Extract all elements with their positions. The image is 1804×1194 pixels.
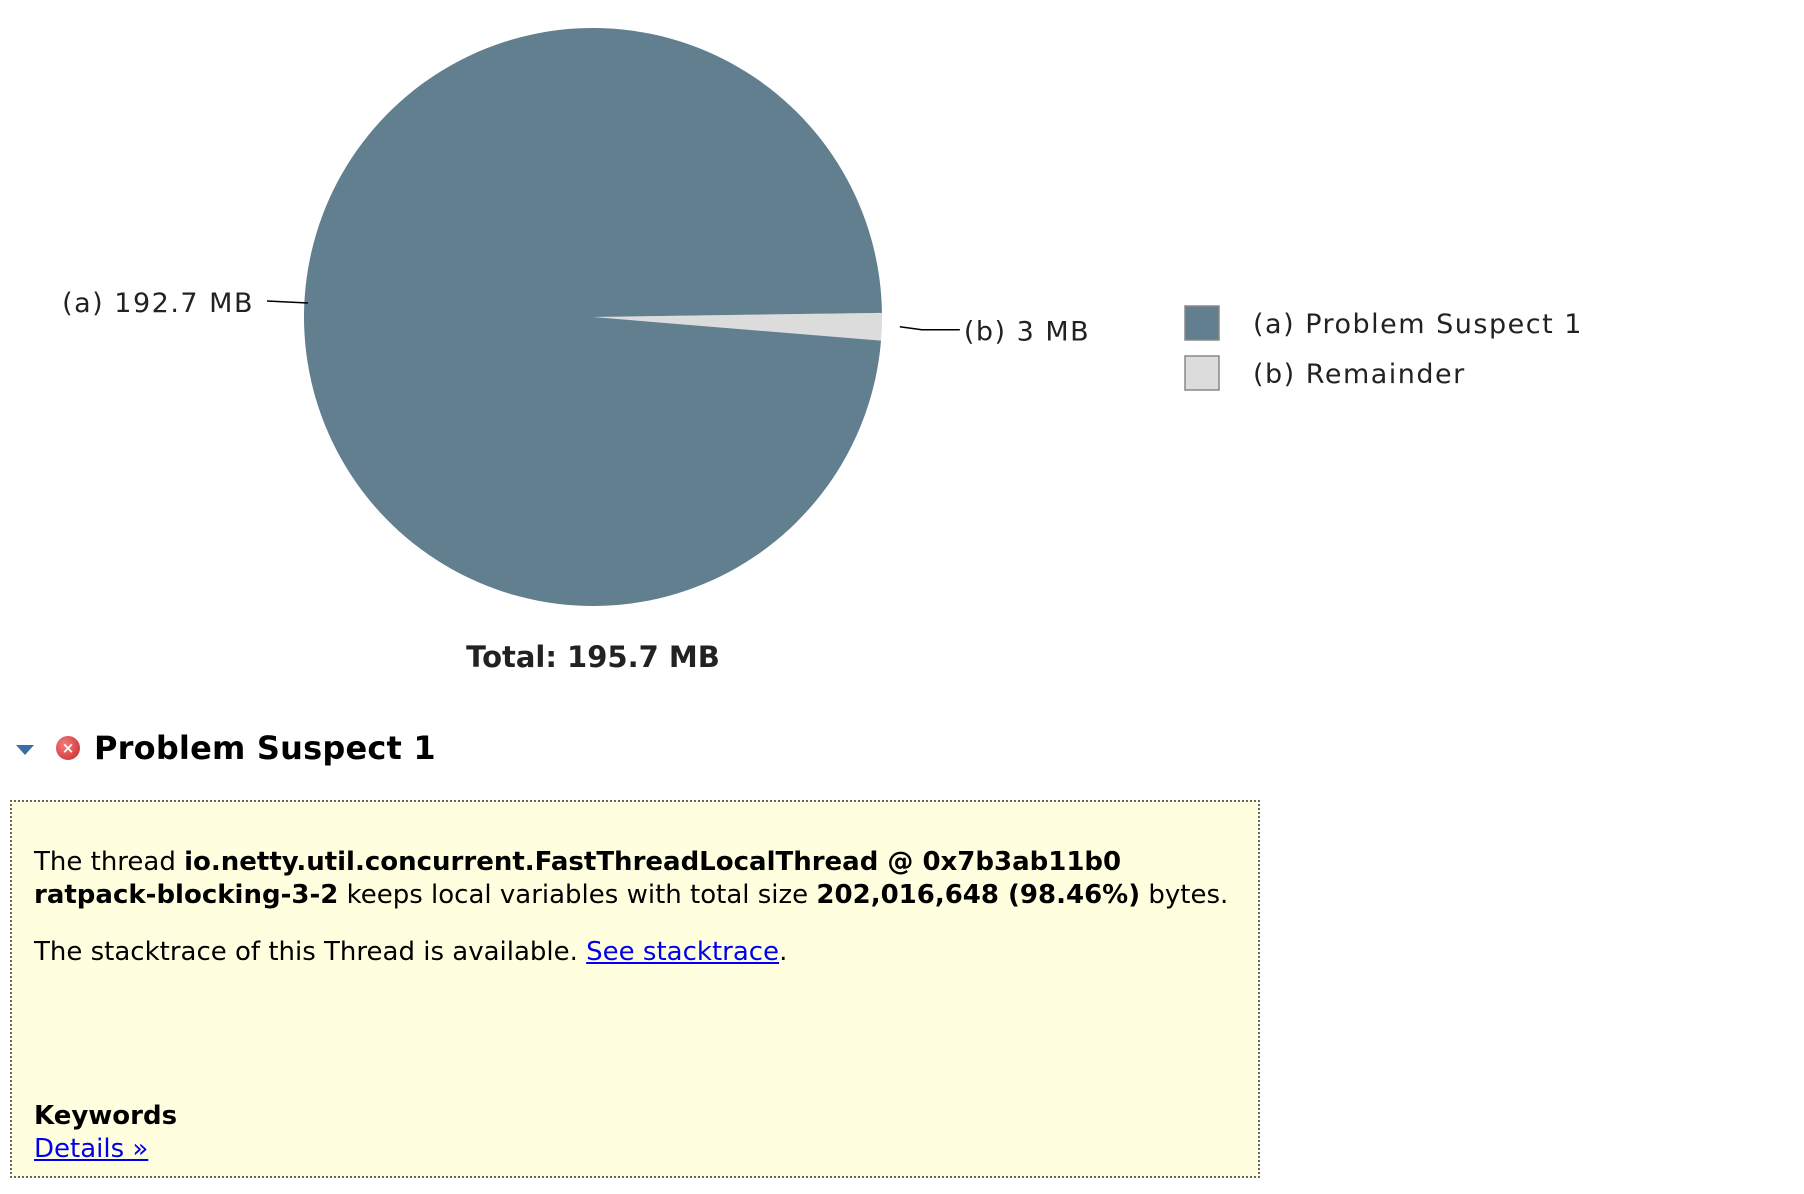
- keywords-block: Keywords Details »: [34, 1100, 177, 1166]
- desc-mid: keeps local variables with total size: [338, 880, 817, 910]
- details-link[interactable]: Details »: [34, 1134, 148, 1164]
- pie-chart: (a) 192.7 MB (b) 3 MB Total: 195.7 MB (a) P…: [0, 0, 1804, 700]
- stacktrace-note: The stacktrace of this Thread is availab…: [34, 936, 1236, 969]
- slice-label-a: (a) 192.7 MB: [62, 288, 254, 319]
- leader-line-b: [899, 325, 960, 331]
- pie-chart-svg: (a) 192.7 MB (b) 3 MB Total: 195.7 MB (a) P…: [62, 28, 1583, 674]
- legend-swatch-b: [1184, 355, 1220, 391]
- retained-size: 202,016,648 (98.46%): [816, 880, 1141, 910]
- suspect-description-box: The thread io.netty.util.concurrent.Fast…: [10, 800, 1260, 1178]
- stacktrace-suffix: .: [779, 937, 788, 967]
- desc-prefix: The thread: [34, 847, 185, 877]
- legend-label-b: (b) Remainder: [1253, 359, 1466, 390]
- legend-label-a: (a) Problem Suspect 1: [1253, 309, 1583, 340]
- stacktrace-prefix: The stacktrace of this Thread is availab…: [34, 937, 587, 967]
- desc-suffix: bytes.: [1140, 880, 1229, 910]
- error-icon: ×: [56, 736, 80, 760]
- keywords-title: Keywords: [34, 1101, 178, 1131]
- legend-swatch-a: [1184, 305, 1220, 341]
- see-stacktrace-link[interactable]: See stacktrace: [586, 937, 779, 967]
- suspect-description: The thread io.netty.util.concurrent.Fast…: [34, 846, 1236, 912]
- total-label: Total: 195.7 MB: [466, 640, 720, 674]
- collapse-triangle-icon[interactable]: [16, 745, 34, 755]
- leader-line-a: [266, 300, 309, 304]
- suspect-title: Problem Suspect 1: [94, 729, 436, 767]
- slice-label-b: (b) 3 MB: [964, 317, 1090, 348]
- suspect-header: × Problem Suspect 1: [16, 728, 436, 768]
